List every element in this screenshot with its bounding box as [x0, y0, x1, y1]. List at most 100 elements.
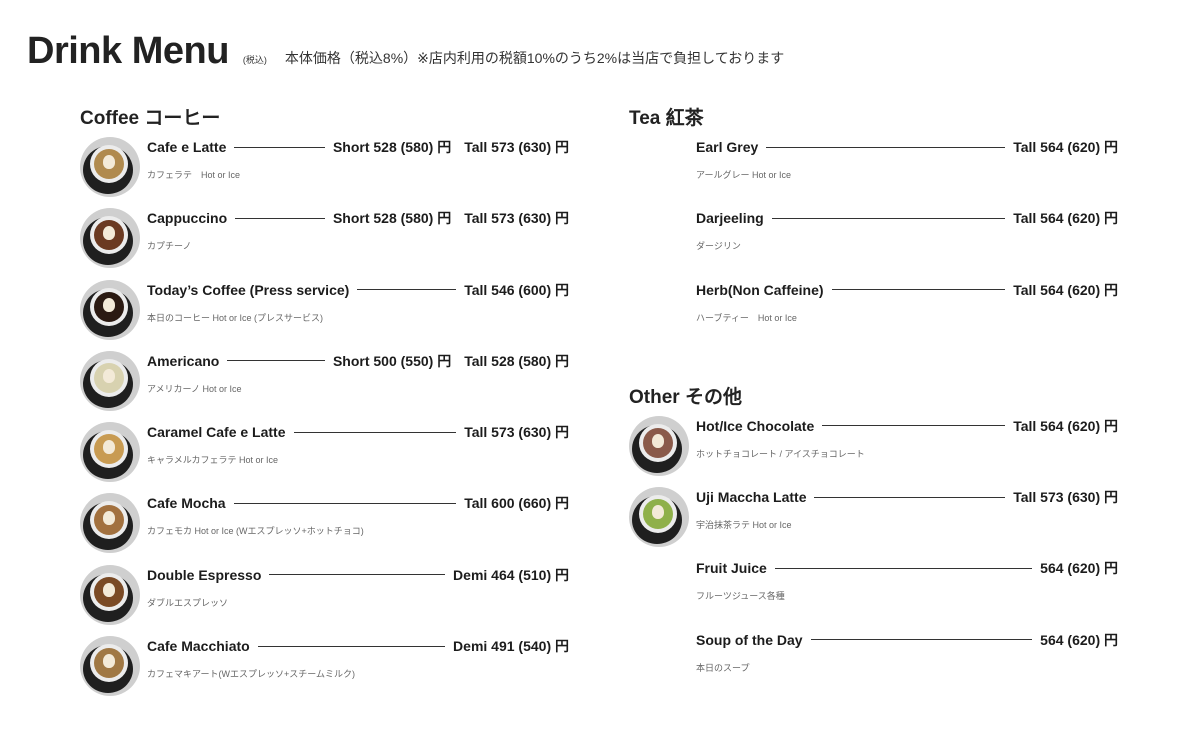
- menu-item-price: Tall 573 (630) 円: [464, 424, 569, 441]
- latte-art-shape: [103, 297, 115, 312]
- menu-item-subtitle: 本日のスープ: [696, 662, 750, 673]
- menu-item[interactable]: Soup of the Day 564 (620) 円本日のスープ: [629, 628, 1118, 699]
- latte-art-icon: [80, 137, 140, 197]
- menu-item-price: Tall 600 (660) 円: [464, 495, 569, 512]
- menu-item-price-short: Short 528 (580) 円: [332, 139, 452, 155]
- menu-item-price: Tall 546 (600) 円: [464, 281, 569, 298]
- menu-item-subtitle: カフェマキアート(Wエスプレッソ+スチームミルク): [147, 669, 355, 680]
- menu-item[interactable]: Darjeeling Tall 564 (620) 円ダージリン: [629, 206, 1118, 277]
- leader-line: [233, 502, 457, 504]
- menu-item-row: Today’s Coffee (Press service) Tall 546 (…: [147, 280, 569, 300]
- menu-item-subtitle: アールグレー Hot or Ice: [696, 170, 791, 180]
- menu-item[interactable]: Double Espresso Demi 464 (510) 円ダブルエスプレッソ: [80, 563, 569, 634]
- leader-line: [227, 360, 325, 362]
- menu-item-row: Fruit Juice 564 (620) 円: [696, 558, 1118, 578]
- leader-line: [269, 574, 446, 576]
- menu-item-name: Earl Grey: [696, 139, 759, 155]
- menu-item-row: Soup of the Day 564 (620) 円: [696, 630, 1118, 650]
- menu-item-subtitle: アメリカーノ Hot or Ice: [147, 383, 242, 394]
- menu-item[interactable]: Caramel Cafe e Latte Tall 573 (630) 円キャラメ…: [80, 420, 569, 491]
- menu-item-price: Tall 573 (630) 円: [464, 210, 569, 227]
- menu-item-name: Hot/Ice Chocolate: [696, 417, 815, 434]
- latte-art-shape: [103, 654, 115, 669]
- menu-item[interactable]: Fruit Juice 564 (620) 円フルーツジュース各種: [629, 556, 1118, 627]
- menu-item-name: Cafe e Latte: [147, 139, 227, 155]
- menu-item[interactable]: Hot/Ice Chocolate Tall 564 (620) 円ホットチョコレ…: [629, 414, 1118, 485]
- menu-item[interactable]: Cappuccino Short 528 (580) 円 Tall 573 (630…: [80, 206, 569, 277]
- latte-art-shape: [652, 433, 664, 448]
- menu-item-price: 564 (620) 円: [1040, 631, 1118, 648]
- tea-other-column: Tea 紅茶 Earl Grey Tall 564 (620) 円アールグレー H…: [629, 103, 1118, 699]
- menu-item-subtitle: ハーブティー Hot or Ice: [696, 312, 797, 323]
- menu-item-price: Tall 564 (620) 円: [1013, 281, 1118, 298]
- espresso-icon: [80, 564, 140, 625]
- hot-chocolate-icon: [629, 415, 689, 476]
- menu-item-name: Cappuccino: [147, 210, 228, 227]
- menu-item-subtitle: 宇治抹茶ラテ Hot or Ice: [696, 520, 792, 531]
- menu-item-row: Cappuccino Short 528 (580) 円 Tall 573 (630…: [147, 208, 569, 228]
- latte-art-shape: [103, 511, 115, 526]
- menu-item-price-short: Short 500 (550) 円: [332, 352, 452, 369]
- menu-item[interactable]: Cafe Mocha Tall 600 (660) 円カフェモカ Hot or I…: [80, 491, 569, 562]
- latte-art-shape: [652, 505, 664, 520]
- mocha-icon: [80, 493, 140, 554]
- menu-item-name: Today’s Coffee (Press service): [147, 281, 350, 298]
- menu-item-price: Tall 564 (620) 円: [1013, 210, 1118, 227]
- menu-item-price: Demi 491 (540) 円: [453, 638, 569, 655]
- leader-line: [234, 146, 325, 148]
- latte-art-shape: [103, 368, 115, 383]
- tea-list: Earl Grey Tall 564 (620) 円アールグレー Hot or I…: [629, 135, 1118, 349]
- menu-item-row: Cafe Macchiato Demi 491 (540) 円: [147, 636, 569, 656]
- menu-item[interactable]: Uji Maccha Latte Tall 573 (630) 円宇治抹茶ラテ H…: [629, 485, 1118, 556]
- leader-line: [822, 425, 1006, 427]
- page-title: Drink Menu: [27, 30, 229, 72]
- coffee-section-title: Coffee コーヒー: [80, 108, 221, 129]
- menu-item-row: Americano Short 500 (550) 円 Tall 528 (580)…: [147, 351, 569, 371]
- leader-line: [357, 289, 457, 291]
- menu-item-price: Tall 564 (620) 円: [1013, 139, 1118, 155]
- menu-item-name: Caramel Cafe e Latte: [147, 424, 286, 441]
- tea-section-title: Tea 紅茶: [629, 108, 704, 129]
- menu-item-name: Fruit Juice: [696, 560, 767, 577]
- matcha-latte-icon: [629, 487, 689, 548]
- menu-item-subtitle: カフェラテ Hot or Ice: [147, 170, 241, 180]
- menu-item-name: Herb(Non Caffeine): [696, 281, 824, 298]
- leader-line: [810, 639, 1033, 641]
- cappuccino-icon: [80, 208, 140, 269]
- menu-item[interactable]: Cafe Macchiato Demi 491 (540) 円カフェマキアート(W…: [80, 634, 569, 705]
- coffee-list: Cafe e Latte Short 528 (580) 円 Tall 573 (6…: [80, 135, 569, 705]
- tax-note: 本体価格（税込8%）※店内利用の税額10%のうち2%は当店で負担しております: [284, 50, 785, 66]
- menu-item-subtitle: ダブルエスプレッソ: [147, 597, 229, 608]
- menu-item[interactable]: Herb(Non Caffeine) Tall 564 (620) 円ハーブティー…: [629, 278, 1118, 349]
- menu-item[interactable]: Americano Short 500 (550) 円 Tall 528 (580)…: [80, 349, 569, 420]
- macchiato-icon: [80, 636, 140, 697]
- latte-art-shape: [103, 155, 115, 169]
- menu-item-subtitle: フルーツジュース各種: [696, 591, 785, 602]
- leader-line: [235, 217, 325, 219]
- latte-art-shape: [103, 226, 115, 241]
- leader-line: [831, 289, 1006, 291]
- menu-item[interactable]: Today’s Coffee (Press service) Tall 546 (…: [80, 278, 569, 349]
- menu-item-name: Cafe Mocha: [147, 495, 226, 512]
- leader-line: [766, 146, 1006, 148]
- menu-item-row: Cafe Mocha Tall 600 (660) 円: [147, 493, 569, 513]
- menu-item-price: Tall 564 (620) 円: [1013, 417, 1118, 434]
- latte-art-shape: [103, 440, 115, 455]
- menu-item-subtitle: カフェモカ Hot or Ice (Wエスプレッソ+ホットチョコ): [147, 526, 364, 537]
- menu-item-row: Double Espresso Demi 464 (510) 円: [147, 565, 569, 585]
- menu-item[interactable]: Earl Grey Tall 564 (620) 円アールグレー Hot or I…: [629, 135, 1118, 206]
- leader-line: [771, 217, 1006, 219]
- menu-item-row: Earl Grey Tall 564 (620) 円: [696, 137, 1118, 157]
- menu-item-row: Uji Maccha Latte Tall 573 (630) 円: [696, 487, 1118, 507]
- leader-line: [814, 496, 1006, 498]
- menu-item-subtitle: ホットチョコレート / アイスチョコレート: [696, 448, 865, 459]
- leader-line: [293, 431, 457, 433]
- menu-item-subtitle: 本日のコーヒー Hot or Ice (プレスサービス): [147, 312, 324, 323]
- menu-item[interactable]: Cafe e Latte Short 528 (580) 円 Tall 573 (6…: [80, 135, 569, 206]
- coffee-column: Coffee コーヒー Cafe e Latte Short 528 (580) …: [80, 103, 569, 705]
- menu-item-row: Caramel Cafe e Latte Tall 573 (630) 円: [147, 422, 569, 442]
- caramel-latte-icon: [80, 422, 140, 483]
- leader-line: [257, 645, 446, 647]
- menu-item-price: Tall 573 (630) 円: [464, 139, 569, 155]
- menu-item-price-short: Short 528 (580) 円: [332, 210, 452, 227]
